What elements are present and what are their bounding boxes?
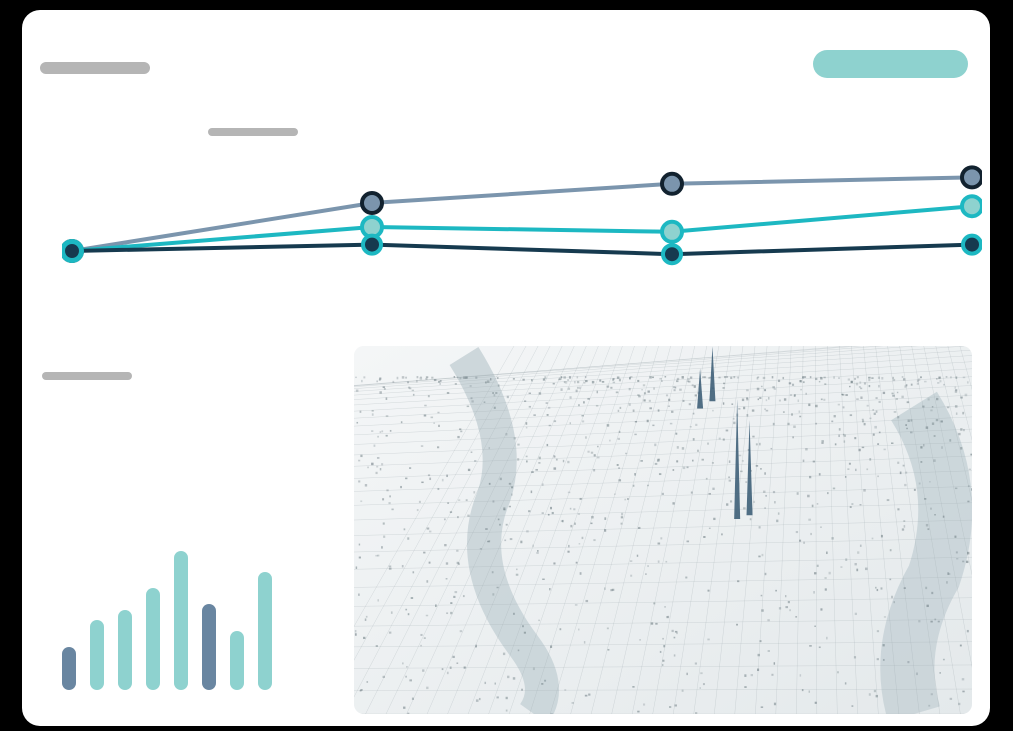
bar[interactable] bbox=[258, 572, 272, 690]
line-point[interactable] bbox=[362, 193, 382, 213]
line-point[interactable] bbox=[662, 222, 682, 242]
title-placeholder bbox=[40, 62, 150, 74]
map-visualization bbox=[354, 346, 972, 714]
line-point[interactable] bbox=[662, 174, 682, 194]
bar-chart bbox=[62, 540, 332, 690]
line-point[interactable] bbox=[962, 167, 982, 187]
map-panel[interactable] bbox=[354, 346, 972, 714]
line-point[interactable] bbox=[962, 196, 982, 216]
dashboard-card bbox=[22, 10, 990, 726]
bar[interactable] bbox=[146, 588, 160, 690]
line-point[interactable] bbox=[663, 245, 681, 263]
line-series-series-c bbox=[72, 245, 972, 255]
line-point[interactable] bbox=[363, 236, 381, 254]
line-point[interactable] bbox=[63, 242, 81, 260]
bar[interactable] bbox=[118, 610, 132, 690]
line-point[interactable] bbox=[963, 236, 981, 254]
bar[interactable] bbox=[230, 631, 244, 690]
line-chart bbox=[62, 145, 982, 335]
line-chart-title bbox=[208, 128, 298, 136]
bar[interactable] bbox=[62, 647, 76, 690]
action-button[interactable] bbox=[813, 50, 968, 78]
bar-chart-title bbox=[42, 372, 132, 380]
bar[interactable] bbox=[174, 551, 188, 690]
bar[interactable] bbox=[90, 620, 104, 690]
bar[interactable] bbox=[202, 604, 216, 690]
